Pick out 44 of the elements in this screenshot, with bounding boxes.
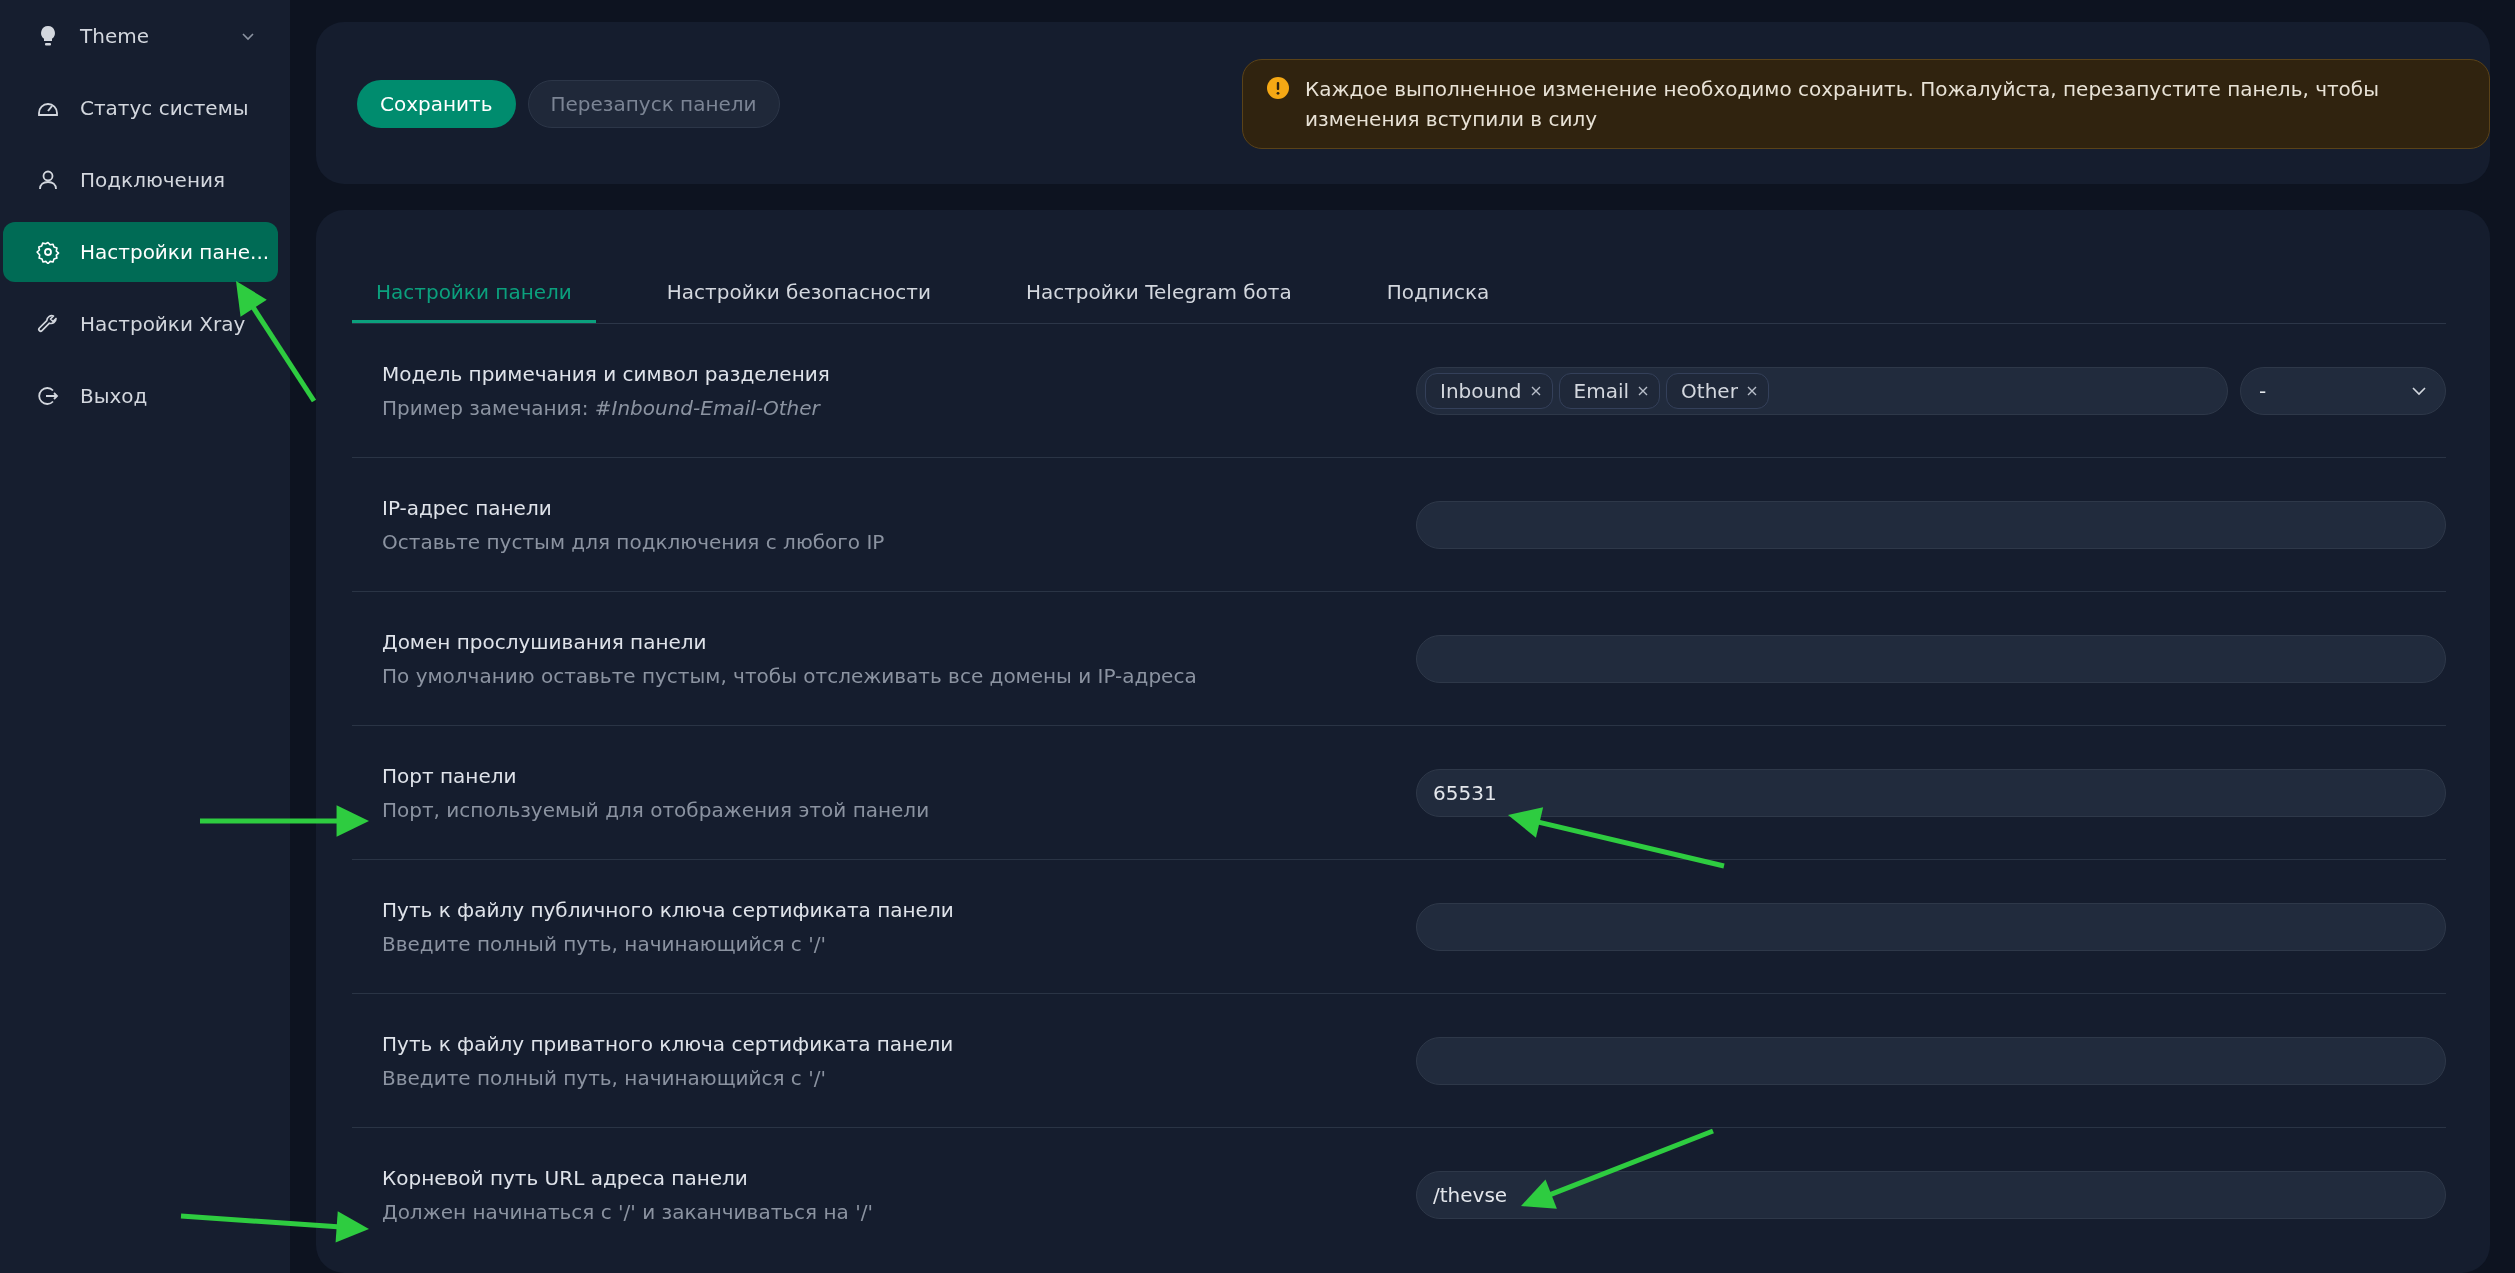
close-icon[interactable]: [1637, 384, 1650, 397]
tag-chip: Inbound: [1425, 372, 1553, 409]
setting-title: Путь к файлу публичного ключа сертификата панели: [382, 897, 955, 922]
sidebar-item[interactable]: Настройки Xray: [3, 294, 278, 354]
input-field[interactable]: /thevse: [1416, 1170, 2446, 1219]
input-field[interactable]: 65531: [1416, 768, 2446, 817]
sidebar-item[interactable]: Настройки пане...: [3, 222, 278, 282]
user-icon: [36, 168, 60, 192]
setting-description: По умолчанию оставьте пустым, чтобы отслеживать все домены и IP-адреса: [382, 663, 1198, 688]
warning-icon: [1267, 76, 1289, 99]
close-icon[interactable]: [1745, 384, 1758, 397]
tag-chip: Email: [1558, 372, 1661, 409]
tab[interactable]: Настройки панели: [352, 266, 596, 323]
setting-title: Корневой путь URL адреса панели: [382, 1165, 749, 1190]
setting-description: Введите полный путь, начинающийся с '/': [382, 1065, 827, 1090]
tab[interactable]: Настройки Telegram бота: [1001, 266, 1316, 323]
setting-title: Модель примечания и символ разделения: [382, 361, 831, 386]
setting-description: Должен начинаться с '/' и заканчиваться на '/': [382, 1199, 874, 1224]
input-field[interactable]: [1416, 634, 2446, 683]
tags-field[interactable]: Inbound Email Other: [1416, 366, 2228, 415]
sidebar-item[interactable]: Статус системы: [3, 78, 278, 138]
save-button[interactable]: Сохранить: [357, 79, 516, 128]
setting-description: Пример замечания: #Inbound-Email-Other: [382, 395, 822, 420]
tab[interactable]: Настройки безопасности: [642, 266, 955, 323]
close-icon[interactable]: [1529, 384, 1542, 397]
gear-icon: [36, 240, 60, 264]
input-field[interactable]: [1416, 1036, 2446, 1085]
input-field[interactable]: [1416, 902, 2446, 951]
tag-chip: Other: [1666, 372, 1769, 409]
separator-select[interactable]: -: [2240, 366, 2446, 415]
setting-title: Порт панели: [382, 763, 518, 788]
sidebar-item[interactable]: Подключения: [3, 150, 278, 210]
setting-description: Оставьте пустым для подключения с любого IP: [382, 529, 886, 554]
alert-text: Каждое выполненное изменение необходимо сохранить. Пожалуйста, перезапустите панель, чтобы изменения вступили в силу: [1305, 75, 2380, 133]
logout-icon: [36, 384, 60, 408]
sidebar-item[interactable]: Theme: [3, 6, 278, 66]
sidebar-item[interactable]: Выход: [3, 366, 278, 426]
setting-description: Введите полный путь, начинающийся с '/': [382, 931, 827, 956]
setting-description: Порт, используемый для отображения этой панели: [382, 797, 931, 822]
setting-title: Путь к файлу приватного ключа сертификата панели: [382, 1031, 955, 1056]
tab[interactable]: Подписка: [1362, 266, 1514, 323]
input-field[interactable]: [1416, 500, 2446, 549]
setting-title: IP-адрес панели: [382, 495, 553, 520]
setting-title: Домен прослушивания панели: [382, 629, 708, 654]
